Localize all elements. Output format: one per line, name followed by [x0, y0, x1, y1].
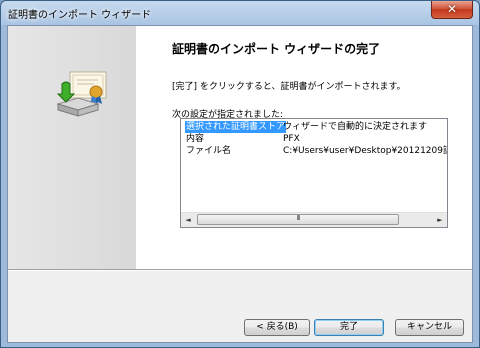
finish-button[interactable]: 完了: [314, 319, 384, 336]
setting-key: 選択された証明書ストア: [185, 121, 287, 133]
grip-icon: III: [296, 214, 300, 222]
page-title: 証明書のインポート ウィザードの完了: [172, 42, 381, 56]
back-button[interactable]: < 戻る(B): [244, 319, 310, 336]
settings-list[interactable]: 選択された証明書ストア ウィザードで自動的に決定されます 内容 PFX ファイル…: [180, 118, 448, 228]
close-button[interactable]: ✕: [431, 1, 473, 19]
list-item[interactable]: ファイル名 C:¥Users¥user¥Desktop¥20121209証明: [181, 145, 447, 157]
setting-key: ファイル名: [186, 146, 232, 156]
wizard-side-panel: [8, 26, 136, 269]
cancel-button[interactable]: キャンセル: [395, 319, 464, 336]
close-icon: ✕: [446, 2, 458, 16]
instruction-text: [完了] をクリックすると、証明書がインポートされます。: [172, 82, 406, 92]
setting-value: PFX: [283, 134, 300, 144]
setting-value: ウィザードで自動的に決定されます: [283, 122, 428, 132]
horizontal-scrollbar[interactable]: ◄ III ►: [181, 212, 447, 227]
wizard-window: 証明書のインポート ウィザード ✕ 証明書のインポート ウィザードの完了 [完了…: [0, 0, 480, 348]
setting-value: C:¥Users¥user¥Desktop¥20121209証明: [283, 146, 448, 156]
wizard-content: 証明書のインポート ウィザードの完了 [完了] をクリックすると、証明書がインポ…: [136, 26, 472, 269]
window-title: 証明書のインポート ウィザード: [8, 10, 152, 21]
setting-key: 内容: [186, 134, 205, 144]
divider: [8, 269, 472, 271]
scroll-left-icon[interactable]: ◄: [181, 213, 195, 227]
wizard-client-area: 証明書のインポート ウィザードの完了 [完了] をクリックすると、証明書がインポ…: [7, 25, 473, 343]
list-item[interactable]: 内容 PFX: [181, 133, 447, 145]
scroll-right-icon[interactable]: ►: [433, 213, 447, 227]
list-item[interactable]: 選択された証明書ストア ウィザードで自動的に決定されます: [181, 121, 447, 133]
scroll-thumb[interactable]: III: [197, 214, 399, 225]
title-bar[interactable]: 証明書のインポート ウィザード ✕: [1, 1, 479, 25]
certificate-import-icon: [56, 71, 107, 117]
